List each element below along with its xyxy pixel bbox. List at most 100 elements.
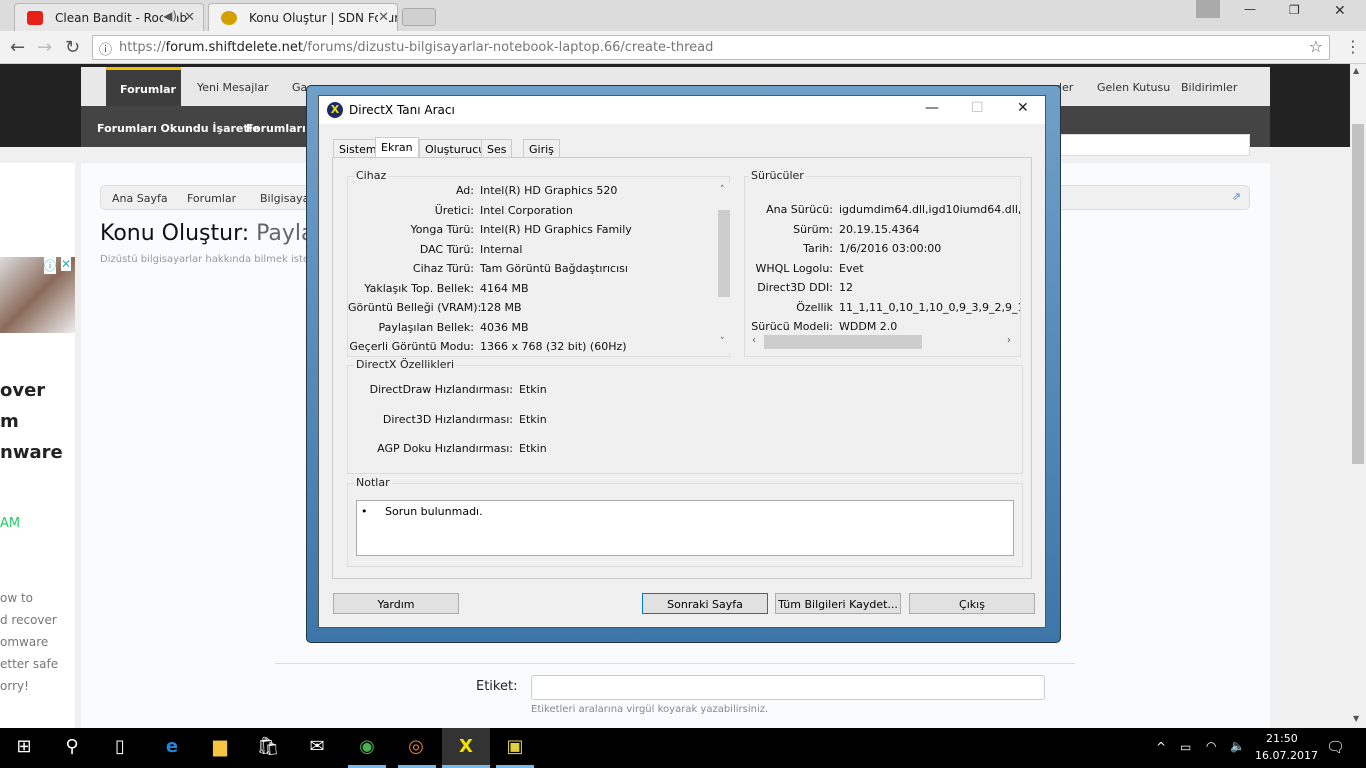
info-value: 1/6/2016 03:00:00	[839, 242, 942, 255]
info-row: Ana Sürücü: igdumdim64.dll,igd10iumd64.dl…	[745, 203, 1020, 216]
notes-textbox[interactable]: • Sorun bulunmadı.	[356, 500, 1014, 556]
next-page-button[interactable]: Sonraki Sayfa	[642, 593, 768, 614]
breadcrumb-home[interactable]: Ana Sayfa	[112, 192, 168, 205]
task-view-icon[interactable]: ▯	[108, 736, 132, 760]
note-text: Sorun bulunmadı.	[384, 505, 483, 518]
edge-icon[interactable]: e	[160, 736, 184, 760]
app-icon[interactable]: ▣	[503, 736, 527, 760]
close-icon[interactable]: ✕	[1017, 100, 1029, 116]
info-row: Sürücü Modeli: WDDM 2.0	[745, 320, 897, 333]
app-icon[interactable]: ◎	[404, 736, 428, 760]
menu-icon[interactable]: ⋮	[1345, 37, 1361, 56]
breadcrumb-forums[interactable]: Forumlar	[187, 192, 236, 205]
minimize-icon[interactable]: —	[1244, 2, 1256, 16]
tab-panel-ekran: Cihaz Ad: Intel(R) HD Graphics 520 Üretici…	[332, 157, 1032, 579]
ad-text: omware	[0, 635, 49, 649]
advertisement[interactable]: ⓘ ✕ over m nware AM ow to d recover omwa…	[0, 163, 75, 728]
directx-features-group: DirectX Özellikleri DirectDraw Hızlandır…	[347, 358, 1023, 474]
directx-icon: X	[459, 736, 473, 757]
windows-start-icon[interactable]: ⊞	[12, 736, 36, 760]
mark-forums-read-link[interactable]: Forumları Okundu İşaretle	[97, 122, 260, 135]
forward-icon[interactable]: →	[37, 37, 52, 58]
info-label: AGP Doku Hızlandırması:	[377, 442, 513, 455]
info-value: 12	[839, 281, 853, 294]
tab-giris[interactable]: Giriş	[523, 139, 560, 158]
show-hidden-icons[interactable]: ^	[1156, 740, 1166, 754]
action-center-icon[interactable]: 🗨	[1326, 738, 1345, 756]
store-icon[interactable]: 🛍	[256, 736, 280, 760]
back-icon[interactable]: ←	[10, 37, 25, 58]
ad-brand: AM	[0, 516, 21, 531]
scroll-up-icon[interactable]: ˄	[720, 185, 725, 195]
volume-icon[interactable]: 🔈	[1230, 739, 1245, 753]
scrollbar-thumb[interactable]	[764, 335, 922, 349]
info-value: Intel(R) HD Graphics Family	[480, 223, 632, 236]
file-explorer-icon[interactable]: ▆	[208, 736, 232, 760]
ad-text: orry!	[0, 679, 29, 693]
chrome-icon[interactable]: ◉	[355, 736, 379, 760]
drivers-hscrollbar[interactable]: ‹ ›	[750, 333, 1017, 351]
info-value: 20.19.15.4364	[839, 222, 920, 236]
tab-ekran[interactable]: Ekran	[375, 137, 419, 159]
scroll-up-icon[interactable]: ▲	[1353, 66, 1359, 75]
scrollbar-thumb[interactable]	[1352, 124, 1364, 464]
search-icon[interactable]: ⚲	[60, 736, 84, 760]
dialog-title: DirectX Tanı Aracı	[349, 103, 455, 117]
info-label: Üretici:	[434, 203, 474, 217]
exit-button[interactable]: Çıkış	[909, 593, 1035, 614]
title-main: Konu Oluştur:	[100, 221, 250, 246]
close-window-icon[interactable]: ✕	[1334, 3, 1346, 19]
clock-date[interactable]: 16.07.2017	[1255, 749, 1318, 762]
close-tab-icon[interactable]: ✕	[184, 10, 195, 25]
scroll-right-icon[interactable]: ›	[1007, 335, 1011, 346]
info-row: Yonga Türü: Intel(R) HD Graphics Family	[348, 223, 632, 236]
restore-icon[interactable]: ❐	[1289, 3, 1300, 17]
scroll-left-icon[interactable]: ‹	[752, 335, 756, 346]
page-title: Konu Oluştur: Payla	[100, 221, 315, 246]
user-profile-icon[interactable]	[1196, 0, 1220, 18]
close-tab-icon[interactable]: ✕	[378, 10, 389, 25]
bookmark-star-icon[interactable]: ☆	[1309, 37, 1323, 56]
tab-ses[interactable]: Ses	[481, 139, 513, 158]
url-input[interactable]: ⓘ https://forum.shiftdelete.net/forums/d…	[92, 35, 1330, 60]
nav-yeni-mesajlar[interactable]: Yeni Mesajlar	[197, 81, 269, 94]
save-all-info-button[interactable]: Tüm Bilgileri Kaydet...	[775, 593, 901, 614]
scroll-down-icon[interactable]: ˅	[720, 337, 725, 347]
info-row: Tarih: 1/6/2016 03:00:00	[745, 242, 941, 255]
info-value: 128 MB	[480, 301, 522, 314]
nav-bildirimler[interactable]: Bildirimler	[1181, 81, 1237, 94]
mail-icon[interactable]: ✉	[305, 736, 329, 760]
ad-close-icon[interactable]: ✕	[61, 257, 72, 271]
scroll-down-icon[interactable]: ▼	[1353, 714, 1359, 723]
nav-forumlar[interactable]: Forumlar	[106, 67, 181, 106]
tab-youtube[interactable]: Clean Bandit - Rockab ◀) ✕	[14, 3, 204, 31]
nav-gelen-kutusu[interactable]: Gelen Kutusu	[1097, 81, 1170, 94]
scrollbar-thumb[interactable]	[718, 210, 730, 297]
info-value: Etkin	[519, 412, 547, 426]
battery-icon[interactable]: ▭	[1180, 740, 1191, 754]
info-label: Sürüm:	[793, 222, 833, 236]
reload-icon[interactable]: ↻	[65, 37, 80, 58]
directx-taskbar-button[interactable]: X	[442, 728, 490, 768]
tab-sdn-forum[interactable]: Konu Oluştur | SDN Forur ✕	[208, 3, 398, 31]
page-scrollbar[interactable]: ▲ ▼	[1350, 64, 1366, 728]
clock-time[interactable]: 21:50	[1266, 732, 1298, 745]
help-button[interactable]: Yardım	[333, 593, 459, 614]
speaker-icon[interactable]: ◀)	[163, 9, 177, 23]
info-label: Direct3D DDI:	[757, 281, 833, 294]
nav-partial[interactable]: Ga	[292, 81, 307, 94]
info-label: Ad:	[455, 184, 474, 197]
drivers-group: Sürücüler Ana Sürücü: igdumdim64.dll,igd1…	[744, 169, 1021, 357]
info-value: 11_1,11_0,10_1,10_0,9_3,9_2,9_1	[839, 300, 1020, 314]
minimize-icon[interactable]: —	[925, 100, 939, 116]
device-scrollbar[interactable]: ˄ ˅	[717, 183, 731, 353]
new-tab-button[interactable]	[402, 8, 436, 26]
tag-input[interactable]	[531, 675, 1045, 700]
address-toolbar: ← → ↻ ⓘ https://forum.shiftdelete.net/fo…	[0, 31, 1366, 64]
dialog-titlebar[interactable]: X DirectX Tanı Aracı — ☐ ✕	[319, 96, 1045, 124]
wifi-icon[interactable]: ◠	[1206, 739, 1216, 753]
info-label: Cihaz Türü:	[412, 262, 474, 275]
divider	[275, 663, 1075, 664]
ad-info-icon[interactable]: ⓘ	[44, 257, 57, 274]
expand-icon[interactable]: ⇗	[1232, 190, 1241, 203]
